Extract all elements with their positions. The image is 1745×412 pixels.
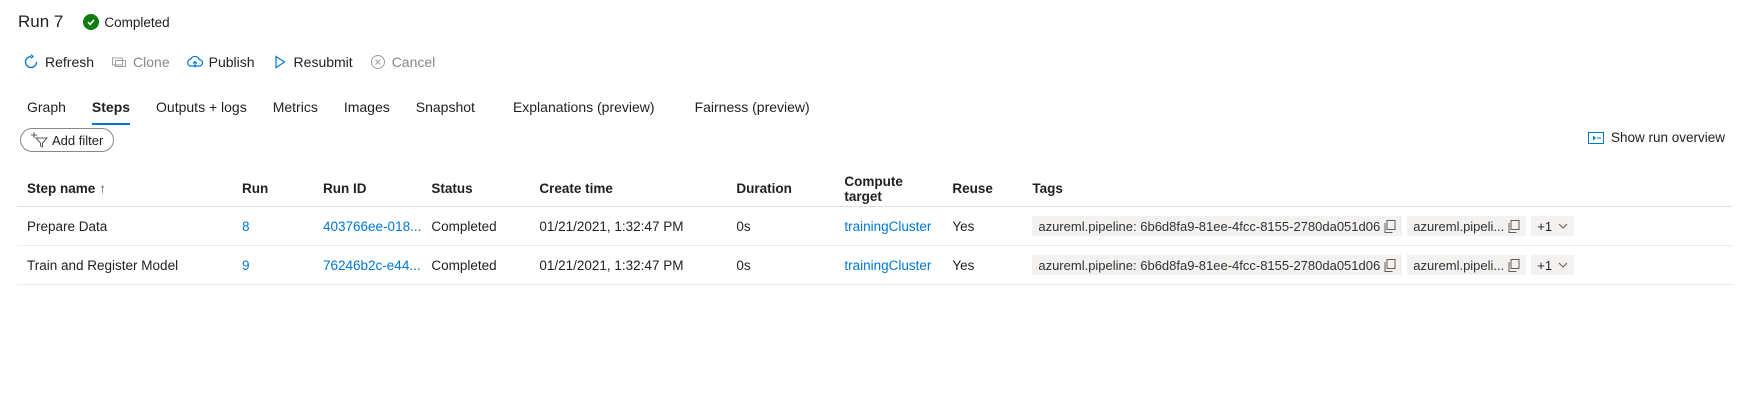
- add-filter-label: Add filter: [52, 132, 104, 148]
- refresh-button[interactable]: Refresh: [22, 53, 94, 71]
- more-tags-count: +1: [1537, 218, 1553, 234]
- column-header-tags[interactable]: Tags: [1022, 171, 1732, 207]
- clone-icon: [110, 53, 128, 71]
- cancel-label: Cancel: [391, 54, 436, 70]
- tag-chip: azureml.pipeli...: [1407, 216, 1527, 236]
- cancel-icon: [369, 53, 387, 71]
- create-time-cell: 01/21/2021, 1:32:47 PM: [529, 245, 727, 285]
- more-tags-button[interactable]: +1: [1531, 216, 1575, 236]
- tag-text: azureml.pipeli...: [1413, 218, 1505, 234]
- tab-explanations[interactable]: Explanations (preview): [504, 96, 664, 130]
- compute-target-link[interactable]: trainingCluster: [844, 258, 931, 273]
- reuse-cell: Yes: [942, 206, 1023, 246]
- filter-icon: [29, 132, 49, 148]
- tab-metrics[interactable]: Metrics: [264, 96, 327, 130]
- publish-button[interactable]: Publish: [186, 53, 255, 71]
- resubmit-button[interactable]: Resubmit: [271, 53, 353, 71]
- column-header-duration[interactable]: Duration: [726, 171, 835, 207]
- clone-label: Clone: [133, 54, 170, 70]
- toolbar: Refresh Clone Publish Resubmit Cancel: [22, 52, 451, 72]
- copy-icon[interactable]: [1384, 258, 1396, 272]
- create-time-cell: 01/21/2021, 1:32:47 PM: [529, 206, 727, 246]
- tab-fairness[interactable]: Fairness (preview): [686, 96, 819, 130]
- run-number-link[interactable]: 9: [242, 258, 250, 273]
- page-title: Run 7: [18, 12, 64, 31]
- step-name-cell: Prepare Data: [17, 206, 232, 246]
- more-tags-button[interactable]: +1: [1531, 255, 1575, 275]
- compute-target-link[interactable]: trainingCluster: [844, 219, 931, 234]
- tags-cell: azureml.pipeline: 6b6d8fa9-81ee-4fcc-815…: [1032, 255, 1732, 275]
- tag-chip: azureml.pipeline: 6b6d8fa9-81ee-4fcc-815…: [1032, 216, 1403, 236]
- tag-chip: azureml.pipeline: 6b6d8fa9-81ee-4fcc-815…: [1032, 255, 1403, 275]
- chevron-down-icon: [1558, 223, 1568, 229]
- tab-images[interactable]: Images: [335, 96, 399, 130]
- run-id-link[interactable]: 403766ee-018...: [323, 219, 421, 234]
- refresh-icon: [22, 53, 40, 71]
- duration-cell: 0s: [726, 245, 835, 285]
- copy-icon[interactable]: [1508, 219, 1520, 233]
- tab-snapshot[interactable]: Snapshot: [407, 96, 484, 130]
- show-run-overview-label: Show run overview: [1610, 130, 1725, 145]
- resubmit-label: Resubmit: [293, 54, 353, 70]
- duration-cell: 0s: [726, 206, 835, 246]
- publish-icon: [186, 53, 204, 71]
- tab-outputs-logs[interactable]: Outputs + logs: [147, 96, 256, 130]
- clone-button[interactable]: Clone: [110, 53, 170, 71]
- run-id-link[interactable]: 76246b2c-e44...: [323, 258, 421, 273]
- column-header-create-time[interactable]: Create time: [529, 171, 727, 207]
- tags-cell: azureml.pipeline: 6b6d8fa9-81ee-4fcc-815…: [1032, 216, 1732, 236]
- column-header-step-name[interactable]: Step name ↑: [17, 171, 232, 207]
- show-run-overview-button[interactable]: Show run overview: [1587, 130, 1725, 145]
- table-row[interactable]: Prepare Data 8 403766ee-018... Completed…: [17, 206, 1732, 246]
- status-cell: Completed: [421, 245, 530, 285]
- column-header-label: Step name: [27, 181, 96, 196]
- copy-icon[interactable]: [1508, 258, 1520, 272]
- status-label: Completed: [104, 14, 170, 30]
- check-icon: [83, 14, 100, 30]
- table-row[interactable]: Train and Register Model 9 76246b2c-e44.…: [17, 245, 1732, 285]
- sort-up-icon: ↑: [99, 181, 107, 196]
- tag-text: azureml.pipeline: 6b6d8fa9-81ee-4fcc-815…: [1038, 218, 1381, 234]
- tab-bar: Graph Steps Outputs + logs Metrics Image…: [18, 96, 827, 130]
- reuse-cell: Yes: [942, 245, 1023, 285]
- status-badge: Completed: [83, 14, 170, 30]
- step-name-cell: Train and Register Model: [17, 245, 232, 285]
- column-header-run-id[interactable]: Run ID: [313, 171, 422, 207]
- cancel-button[interactable]: Cancel: [369, 53, 436, 71]
- column-header-status[interactable]: Status: [421, 171, 530, 207]
- chevron-down-icon: [1558, 262, 1568, 268]
- steps-table: Step name ↑ Run Run ID Status Create time…: [17, 171, 1732, 285]
- copy-icon[interactable]: [1384, 219, 1396, 233]
- column-header-run[interactable]: Run: [232, 171, 313, 207]
- tab-steps[interactable]: Steps: [83, 96, 139, 130]
- run-number-link[interactable]: 8: [242, 219, 250, 234]
- publish-label: Publish: [208, 54, 255, 70]
- tag-text: azureml.pipeli...: [1413, 257, 1505, 273]
- more-tags-count: +1: [1537, 257, 1553, 273]
- refresh-label: Refresh: [45, 54, 95, 70]
- resubmit-icon: [271, 53, 289, 71]
- table-header-row: Step name ↑ Run Run ID Status Create time…: [17, 171, 1732, 207]
- column-header-reuse[interactable]: Reuse: [942, 171, 1023, 207]
- tag-chip: azureml.pipeli...: [1407, 255, 1527, 275]
- column-header-compute-target[interactable]: Compute target: [834, 171, 943, 207]
- status-cell: Completed: [421, 206, 530, 246]
- tag-text: azureml.pipeline: 6b6d8fa9-81ee-4fcc-815…: [1038, 257, 1381, 273]
- title-row: Run 7 Completed: [18, 10, 170, 34]
- tab-graph[interactable]: Graph: [18, 96, 75, 130]
- add-filter-button[interactable]: Add filter: [20, 128, 115, 152]
- overview-icon: [1587, 131, 1604, 144]
